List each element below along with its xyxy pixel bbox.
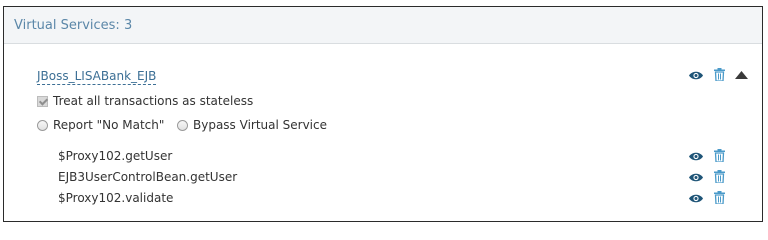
virtual-services-panel: Virtual Services: 3 JBoss_LISABank_EJB T… [3, 6, 763, 222]
collapse-caret-icon[interactable] [735, 71, 748, 79]
bypass-label: Bypass Virtual Service [193, 118, 327, 132]
trash-icon[interactable] [714, 68, 725, 81]
stateless-checkbox[interactable] [37, 95, 48, 107]
stateless-option[interactable]: Treat all transactions as stateless [37, 94, 253, 108]
trash-icon[interactable] [714, 149, 725, 162]
bypass-option[interactable]: Bypass Virtual Service [177, 118, 327, 132]
panel-title: Virtual Services: 3 [14, 17, 133, 33]
stateless-label: Treat all transactions as stateless [53, 94, 254, 108]
bypass-radio[interactable] [177, 119, 188, 131]
trash-icon[interactable] [714, 170, 725, 183]
operation-item: EJB3UserControlBean.getUser [58, 170, 238, 184]
operation-item: $Proxy102.getUser [58, 149, 173, 163]
panel-header: Virtual Services: 3 [4, 7, 762, 44]
service-name-link[interactable]: JBoss_LISABank_EJB [37, 68, 157, 85]
eye-icon[interactable] [688, 193, 704, 204]
eye-icon[interactable] [688, 151, 704, 162]
operation-item: $Proxy102.validate [58, 191, 174, 205]
no-match-radio[interactable] [37, 119, 48, 131]
eye-icon[interactable] [688, 172, 704, 183]
no-match-label: Report "No Match" [53, 118, 165, 132]
eye-icon[interactable] [688, 70, 704, 81]
no-match-option[interactable]: Report "No Match" [37, 118, 164, 132]
trash-icon[interactable] [714, 191, 725, 204]
